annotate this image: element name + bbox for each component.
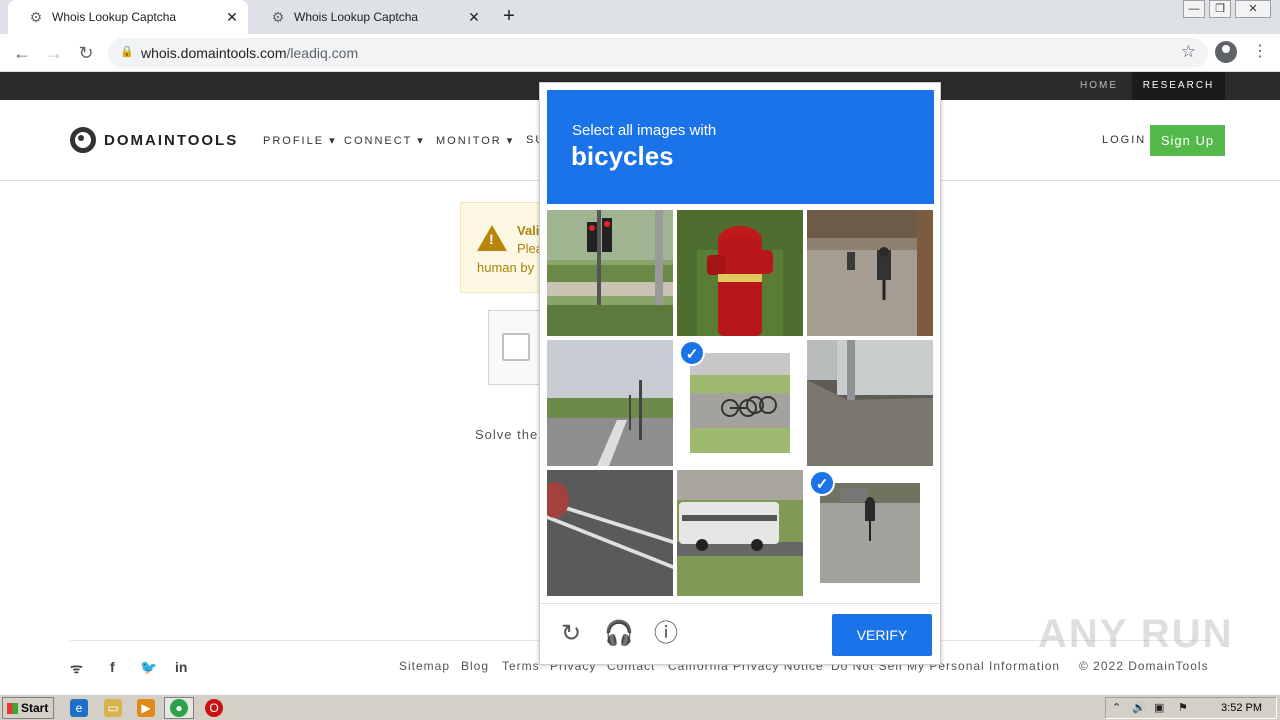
info-icon[interactable]: ⓘ [652, 620, 680, 648]
opera-icon[interactable]: O [205, 699, 223, 717]
volume-icon[interactable]: 🔊 [1132, 701, 1146, 714]
back-button[interactable]: ← [10, 41, 34, 65]
warning-icon: ! [477, 225, 507, 251]
home-link[interactable]: HOME [1080, 80, 1118, 91]
tab-strip: ⚙ Whois Lookup Captcha ✕ ⚙ Whois Lookup … [0, 0, 1280, 34]
minimize-button[interactable]: — [1183, 0, 1205, 18]
system-tray: ⌃ 🔊 ▣ ⚑ 3:52 PM [1105, 697, 1277, 719]
nav-profile[interactable]: PROFILE ▾ [263, 134, 337, 147]
captcha-tile-9[interactable]: ✓ [807, 470, 933, 596]
linkedin-icon[interactable]: in [175, 659, 187, 675]
close-tab-icon[interactable]: ✕ [466, 9, 482, 25]
tab-whois-captcha-1[interactable]: ⚙ Whois Lookup Captcha ✕ [8, 0, 248, 34]
close-window-button[interactable]: ✕ [1235, 0, 1271, 18]
footer-link-terms[interactable]: Terms [502, 659, 540, 673]
forward-button[interactable]: → [42, 41, 66, 65]
gear-logo-icon [70, 127, 96, 153]
url-text: whois.domaintools.com/leadiq.com [141, 45, 359, 61]
verify-button[interactable]: VERIFY [832, 614, 932, 656]
captcha-tile-7[interactable] [547, 470, 673, 596]
solve-instruction: Solve the [475, 427, 539, 442]
captcha-tile-8[interactable] [677, 470, 803, 596]
logo-text: DOMAINTOOLS [104, 131, 239, 149]
lock-icon: 🔒 [120, 46, 134, 58]
file-explorer-icon[interactable]: ▭ [104, 699, 122, 717]
footer-link-blog[interactable]: Blog [461, 659, 489, 673]
chrome-icon: ● [170, 699, 188, 717]
captcha-checkbox[interactable] [502, 333, 530, 361]
challenge-footer: ↻ 🎧 ⓘ VERIFY [540, 603, 940, 665]
start-button[interactable]: Start [2, 697, 54, 719]
restore-button[interactable]: ❐ [1209, 0, 1231, 18]
copyright: © 2022 DomainTools [1079, 659, 1209, 673]
tray-expand-icon[interactable]: ⌃ [1112, 701, 1121, 714]
domaintools-favicon-icon: ⚙ [271, 9, 285, 25]
captcha-tile-1[interactable] [547, 210, 673, 336]
signup-button[interactable]: Sign Up [1150, 125, 1225, 156]
tab-whois-captcha-2[interactable]: ⚙ Whois Lookup Captcha ✕ [250, 0, 490, 34]
browser-menu-icon[interactable]: ⋮ [1252, 42, 1268, 62]
login-link[interactable]: LOGIN [1102, 134, 1146, 146]
challenge-header: Select all images with bicycles [547, 90, 934, 204]
alert-title: Vali [517, 223, 540, 238]
bookmark-star-icon[interactable]: ☆ [1181, 42, 1196, 62]
browser-toolbar: ← → ↻ 🔒 whois.domaintools.com/leadiq.com… [0, 34, 1280, 72]
action-center-flag-icon[interactable]: ⚑ [1178, 701, 1188, 714]
audio-challenge-icon[interactable]: 🎧 [604, 620, 634, 648]
captcha-tile-3[interactable] [807, 210, 933, 336]
new-tab-button[interactable]: + [498, 5, 520, 27]
tab-title: Whois Lookup Captcha [294, 10, 419, 24]
close-tab-icon[interactable]: ✕ [224, 9, 240, 25]
captcha-tile-5[interactable]: ✓ [677, 340, 803, 466]
captcha-challenge-dialog: Select all images with bicycles ✓ ✓ ↻ 🎧 … [539, 82, 941, 665]
alert-text-2: human by [477, 260, 535, 275]
twitter-icon[interactable]: 🐦 [140, 659, 157, 676]
captcha-tile-4[interactable] [547, 340, 673, 466]
captcha-tile-2[interactable] [677, 210, 803, 336]
nav-monitor[interactable]: MONITOR ▾ [436, 134, 514, 147]
anyrun-watermark: ANY RUN [1038, 612, 1234, 656]
facebook-icon[interactable]: f [110, 659, 115, 675]
domaintools-logo[interactable]: DOMAINTOOLS [70, 127, 238, 153]
nav-connect[interactable]: CONNECT ▾ [344, 134, 425, 147]
clock[interactable]: 3:52 PM [1221, 702, 1262, 714]
account-icon[interactable] [1215, 41, 1237, 63]
reload-button[interactable]: ↻ [74, 41, 98, 65]
captcha-tile-6[interactable] [807, 340, 933, 466]
challenge-prompt: Select all images with [572, 122, 717, 139]
windows-taskbar: Start e ▭ ▶ ● O ⌃ 🔊 ▣ ⚑ 3:52 PM [0, 694, 1280, 720]
selected-check-icon: ✓ [679, 340, 705, 366]
footer-link-sitemap[interactable]: Sitemap [399, 659, 450, 673]
selected-check-icon: ✓ [809, 470, 835, 496]
recaptcha-widget [488, 310, 540, 385]
tab-title: Whois Lookup Captcha [52, 10, 177, 24]
internet-explorer-icon[interactable]: e [70, 699, 88, 717]
domaintools-favicon-icon: ⚙ [29, 9, 43, 25]
rss-icon[interactable]: ᯤ [70, 659, 83, 678]
reload-challenge-icon[interactable]: ↻ [557, 620, 585, 648]
research-link[interactable]: RESEARCH [1132, 72, 1225, 100]
challenge-target: bicycles [571, 141, 674, 171]
media-player-icon[interactable]: ▶ [137, 699, 155, 717]
address-bar[interactable]: 🔒 whois.domaintools.com/leadiq.com ☆ [108, 38, 1208, 68]
network-icon[interactable]: ▣ [1154, 701, 1164, 714]
